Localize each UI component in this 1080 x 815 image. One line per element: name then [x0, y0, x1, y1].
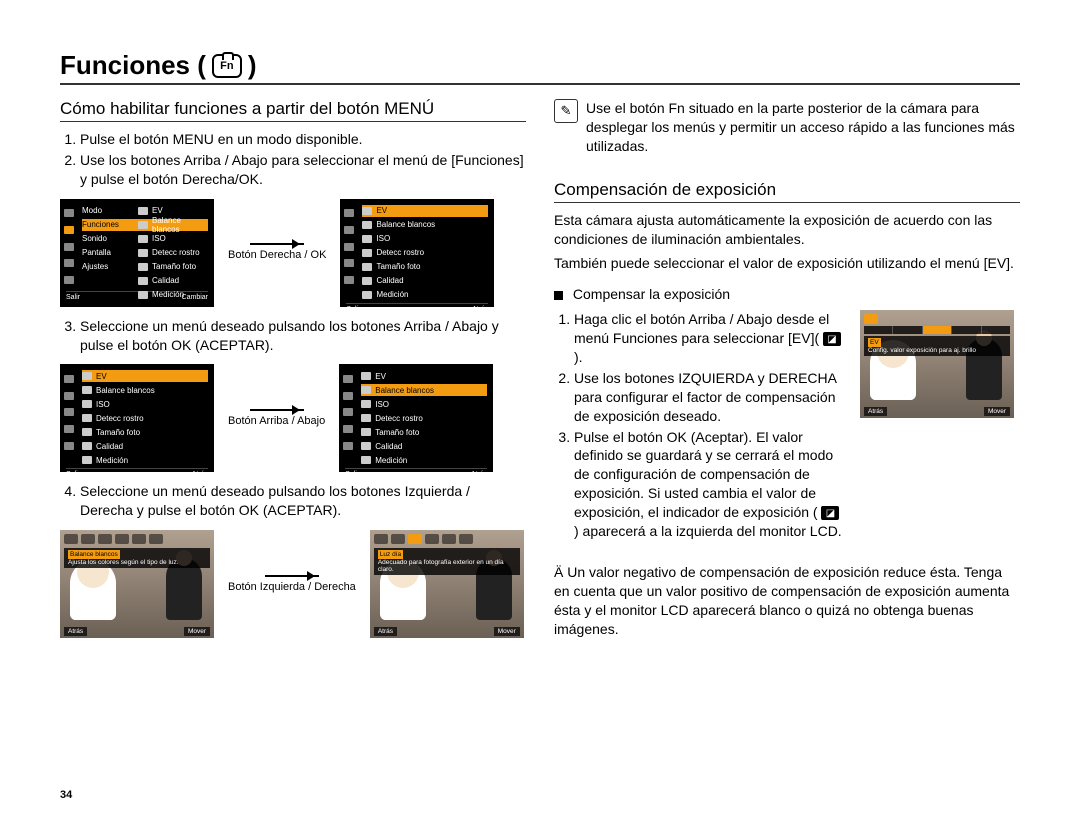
- title-close: ): [248, 50, 257, 81]
- camera-screen-categories: Modo Funciones Sonido Pantalla Ajustes E…: [60, 199, 214, 307]
- right-note: Ä Un valor negativo de compensación de e…: [554, 563, 1020, 639]
- tip-text: Use el botón Fn situado en la parte post…: [586, 99, 1020, 156]
- camera-screen-funciones-ev: EV Balance blancos ISO Detecc rostro Tam…: [340, 199, 494, 307]
- camera-screen-ev-photo: EV Config. valor exposición para aj. bri…: [860, 310, 1014, 418]
- square-bullet-icon: [554, 291, 563, 300]
- arrow-right-icon: [250, 409, 304, 411]
- right-step1: Haga clic el botón Arriba / Abajo desde …: [574, 310, 848, 367]
- note-icon: ✎: [554, 99, 578, 123]
- arrow-label-izq: Botón Izquierda / Derecha: [228, 575, 356, 594]
- camera-screen-wb-photo: Balance blancos Ajusta los colores según…: [60, 530, 214, 638]
- camera-screen-funciones-wb: EV Balance blancos ISO Detecc rostro Tam…: [339, 364, 493, 472]
- right-step3: Pulse el botón OK (Aceptar). El valor de…: [574, 428, 848, 541]
- camera-screen-luzdia-photo: Luz día Adecuado para fotografía exterio…: [370, 530, 524, 638]
- camera-screen-funciones-ev2: EV Balance blancos ISO Detecc rostro Tam…: [60, 364, 214, 472]
- left-step1: Pulse el botón MENU en un modo disponibl…: [80, 130, 526, 149]
- left-step2: Use los botones Arriba / Abajo para sele…: [80, 151, 526, 189]
- right-p1: Esta cámara ajusta automáticamente la ex…: [554, 211, 1020, 249]
- arrow-right-icon: [250, 243, 304, 245]
- left-heading: Cómo habilitar funciones a partir del bo…: [60, 99, 526, 122]
- left-step4: Seleccione un menú deseado pulsando los …: [80, 482, 526, 520]
- arrow-right-icon: [265, 575, 319, 577]
- camera-fn-icon: Fn: [212, 54, 242, 78]
- bullet-heading: Compensar la exposición: [554, 285, 1020, 304]
- ev-icon: ◪: [821, 506, 839, 520]
- ev-icon: ◪: [823, 332, 841, 346]
- left-step3: Seleccione un menú deseado pulsando los …: [80, 317, 526, 355]
- right-p2: También puede seleccionar el valor de ex…: [554, 254, 1020, 273]
- page-number: 34: [60, 789, 72, 801]
- right-heading: Compensación de exposición: [554, 180, 1020, 203]
- title-text: Funciones (: [60, 50, 206, 81]
- arrow-label-derecha: Botón Derecha / OK: [228, 243, 326, 262]
- arrow-label-arriba: Botón Arriba / Abajo: [228, 409, 325, 428]
- right-step2: Use los botones IZQUIERDA y DERECHA para…: [574, 369, 848, 426]
- page-title: Funciones ( Fn ): [60, 50, 1020, 85]
